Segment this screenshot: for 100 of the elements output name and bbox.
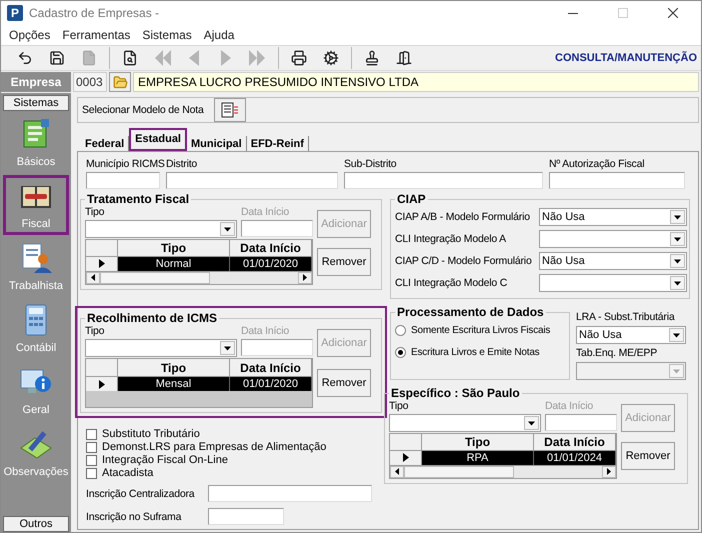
company-name-field[interactable]: EMPRESA LUCRO PRESUMIDO INTENSIVO LTDA	[133, 72, 699, 92]
column-header[interactable]: Data Início	[230, 240, 312, 258]
sidebar-footer[interactable]: Outros	[3, 516, 69, 532]
menu-item[interactable]: Opções	[3, 28, 56, 42]
group-title: Tratamento Fiscal	[86, 192, 190, 206]
column-header[interactable]: Tipo	[118, 240, 230, 258]
scroll-thumb[interactable]	[100, 272, 210, 284]
menu-item[interactable]: Ferramentas	[56, 28, 136, 42]
checkbox[interactable]	[86, 442, 97, 452]
row-indicator[interactable]	[86, 377, 118, 391]
field-label: CIAP A/B - Modelo Formulário	[395, 211, 530, 223]
row-pointer-icon	[98, 380, 105, 388]
field-label: Data Início	[545, 400, 593, 412]
field-label: CLI Integração Modelo C	[395, 277, 508, 289]
column-header[interactable]: Tipo	[422, 434, 534, 452]
grid-corner-cell	[86, 240, 118, 258]
table-cell: Mensal	[118, 377, 230, 391]
dropdown-arrow-icon	[224, 226, 231, 232]
dropdown[interactable]: Não Usa	[539, 208, 687, 226]
remove-button[interactable]: Remover	[317, 248, 371, 276]
folder-icon	[112, 74, 128, 90]
grid-corner-cell	[86, 359, 118, 377]
radio-button[interactable]	[395, 346, 406, 358]
field-label: Data Início	[241, 206, 289, 218]
company-label: Empresa	[1, 72, 71, 92]
table-cell: 01/01/2024	[534, 451, 616, 465]
gear-icon	[323, 50, 339, 66]
radio-button[interactable]	[395, 324, 406, 336]
menu-item[interactable]: Ajuda	[198, 28, 240, 42]
dropdown[interactable]: Não Usa	[576, 326, 686, 344]
door-icon	[396, 50, 412, 66]
checkbox[interactable]	[86, 454, 97, 466]
input-field[interactable]	[166, 172, 338, 189]
dropdown-arrow-icon	[673, 332, 680, 338]
dropdown-value: Não Usa	[541, 255, 586, 267]
remove-button[interactable]: Remover	[621, 442, 675, 470]
date-field[interactable]	[241, 220, 313, 237]
field-label: Sub-Distrito	[344, 158, 396, 170]
horizontal-scrollbar[interactable]	[390, 464, 616, 478]
dropdown-arrow-icon	[673, 368, 680, 374]
field-label: Inscrição Centralizadora	[86, 488, 196, 500]
input-field[interactable]	[549, 172, 685, 189]
field-label: Inscrição no Suframa	[86, 510, 182, 522]
data-grid[interactable]: Tipo Data Início Mensal 01/01/2020	[85, 358, 313, 408]
data-grid[interactable]: Tipo Data Início RPA 01/01/2024	[389, 433, 617, 479]
checkbox[interactable]	[86, 428, 97, 440]
scroll-right-button[interactable]	[298, 272, 312, 284]
date-field[interactable]	[545, 414, 617, 431]
dropdown[interactable]: Não Usa	[539, 252, 687, 270]
sidebar-header[interactable]: Sistemas	[3, 95, 69, 111]
menu-item[interactable]: Sistemas	[136, 28, 198, 42]
horizontal-scrollbar[interactable]	[86, 270, 312, 284]
save-icon	[49, 50, 65, 66]
tab[interactable]: Estadual	[129, 128, 187, 151]
preview-icon	[122, 50, 138, 66]
scroll-left-button[interactable]	[86, 272, 100, 284]
scroll-thumb[interactable]	[404, 466, 514, 478]
input-field[interactable]	[208, 485, 372, 502]
field-label: LRA - Subst.Tributária	[576, 311, 676, 323]
input-field[interactable]	[208, 508, 284, 525]
window-title: Cadastro de Empresas -	[29, 6, 160, 20]
checkbox[interactable]	[86, 468, 97, 478]
remove-button[interactable]: Remover	[317, 369, 371, 397]
date-field[interactable]	[241, 339, 313, 356]
company-code-field[interactable]: 0003	[73, 72, 107, 92]
dropdown-value: Não Usa	[541, 211, 586, 223]
column-header[interactable]: Tipo	[118, 359, 230, 377]
scroll-left-button[interactable]	[390, 466, 404, 478]
data-grid[interactable]: Tipo Data Início Normal 01/01/2020	[85, 239, 313, 285]
left-arrow-icon	[91, 274, 95, 282]
field-label: Distrito	[166, 158, 198, 170]
checkbox-label: Integração Fiscal On-Line	[102, 454, 228, 466]
printer-icon	[291, 50, 307, 66]
input-field[interactable]	[86, 172, 160, 189]
dropdown-arrow-icon	[674, 214, 681, 220]
dropdown[interactable]	[539, 274, 687, 292]
dropdown[interactable]	[85, 220, 237, 238]
table-cell: 01/01/2020	[230, 257, 312, 271]
checkbox-label: Demonst.LRS para Empresas de Alimentação	[102, 441, 326, 453]
radio-label: Somente Escritura Livros Fiscais	[411, 324, 550, 336]
row-indicator[interactable]	[86, 257, 118, 271]
field-label: Município RICMS	[86, 158, 165, 170]
scroll-right-button[interactable]	[602, 466, 616, 478]
input-field[interactable]	[344, 172, 543, 189]
column-header[interactable]: Data Início	[534, 434, 616, 452]
column-header[interactable]: Data Início	[230, 359, 312, 377]
table-cell: Normal	[118, 257, 230, 271]
mode-label: CONSULTA/MANUTENÇÃO	[555, 52, 697, 64]
row-indicator[interactable]	[390, 451, 422, 465]
dropdown[interactable]	[389, 414, 541, 432]
radio-label: Escritura Livros e Emite Notas	[411, 346, 540, 358]
group-title: Recolhimento de ICMS	[86, 311, 218, 325]
checkbox-label: Substituto Tributário	[102, 428, 200, 440]
note-model-button[interactable]	[214, 98, 246, 122]
dropdown[interactable]	[539, 230, 687, 248]
dropdown-arrow-icon	[674, 236, 681, 242]
grid-corner-cell	[390, 434, 422, 452]
stamp-icon	[364, 50, 380, 66]
dropdown[interactable]	[85, 339, 237, 357]
minimize-icon	[568, 12, 578, 14]
